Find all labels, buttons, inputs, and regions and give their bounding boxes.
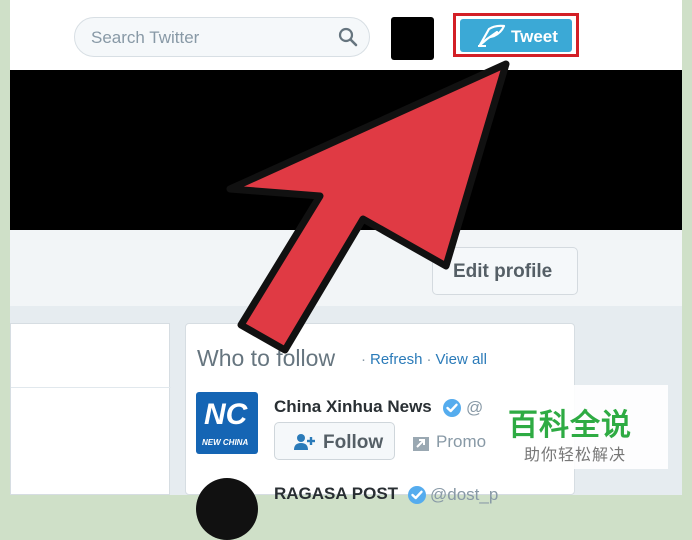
watermark-logo-text: 百科全说: [508, 409, 632, 442]
watermark-subtext: 助你轻松解决: [524, 447, 627, 464]
